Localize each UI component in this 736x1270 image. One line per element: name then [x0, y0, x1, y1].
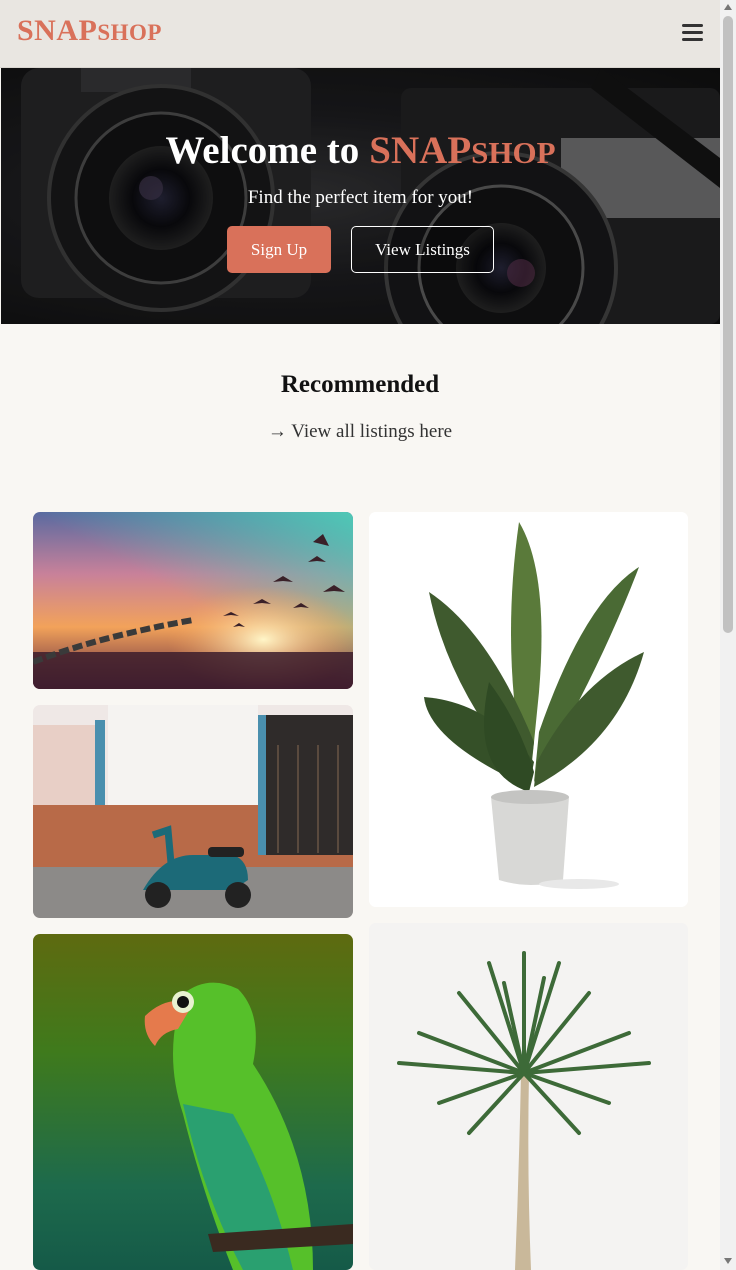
scroll-down-arrow-icon[interactable] [724, 1258, 732, 1264]
view-listings-button[interactable]: View Listings [351, 226, 494, 273]
hamburger-menu-icon[interactable] [680, 20, 706, 46]
birds-sunset-image [33, 512, 353, 689]
parakeet-image [33, 934, 353, 1270]
listing-card-scooter[interactable] [33, 705, 353, 918]
view-all-listings-link[interactable]: → View all listings here [0, 421, 720, 443]
listing-card-parakeet[interactable] [33, 934, 353, 1270]
scooter-image [33, 705, 353, 918]
scrollbar-thumb[interactable] [723, 16, 733, 633]
potted-plant-image [369, 512, 688, 907]
brand-main: SNAP [17, 14, 98, 47]
hero-subtitle: Find the perfect item for you! [247, 187, 474, 208]
scroll-up-arrow-icon[interactable] [724, 4, 732, 10]
navbar: SNAPSHOP [0, 0, 720, 68]
hero-banner: Welcome to SNAPSHOP Find the perfect item… [1, 68, 720, 324]
listing-card-potted-plant[interactable] [369, 512, 688, 907]
recommended-heading: Recommended [280, 371, 440, 398]
hero-title: Welcome to SNAPSHOP [165, 129, 556, 172]
sign-up-button[interactable]: Sign Up [227, 226, 331, 273]
listing-card-birds-sunset[interactable] [33, 512, 353, 689]
brand-logo[interactable]: SNAPSHOP [17, 14, 162, 48]
listing-card-dracaena[interactable] [369, 923, 688, 1270]
dracaena-image [369, 923, 688, 1270]
page-scrollbar[interactable] [720, 0, 736, 1270]
brand-small: SHOP [97, 20, 162, 45]
